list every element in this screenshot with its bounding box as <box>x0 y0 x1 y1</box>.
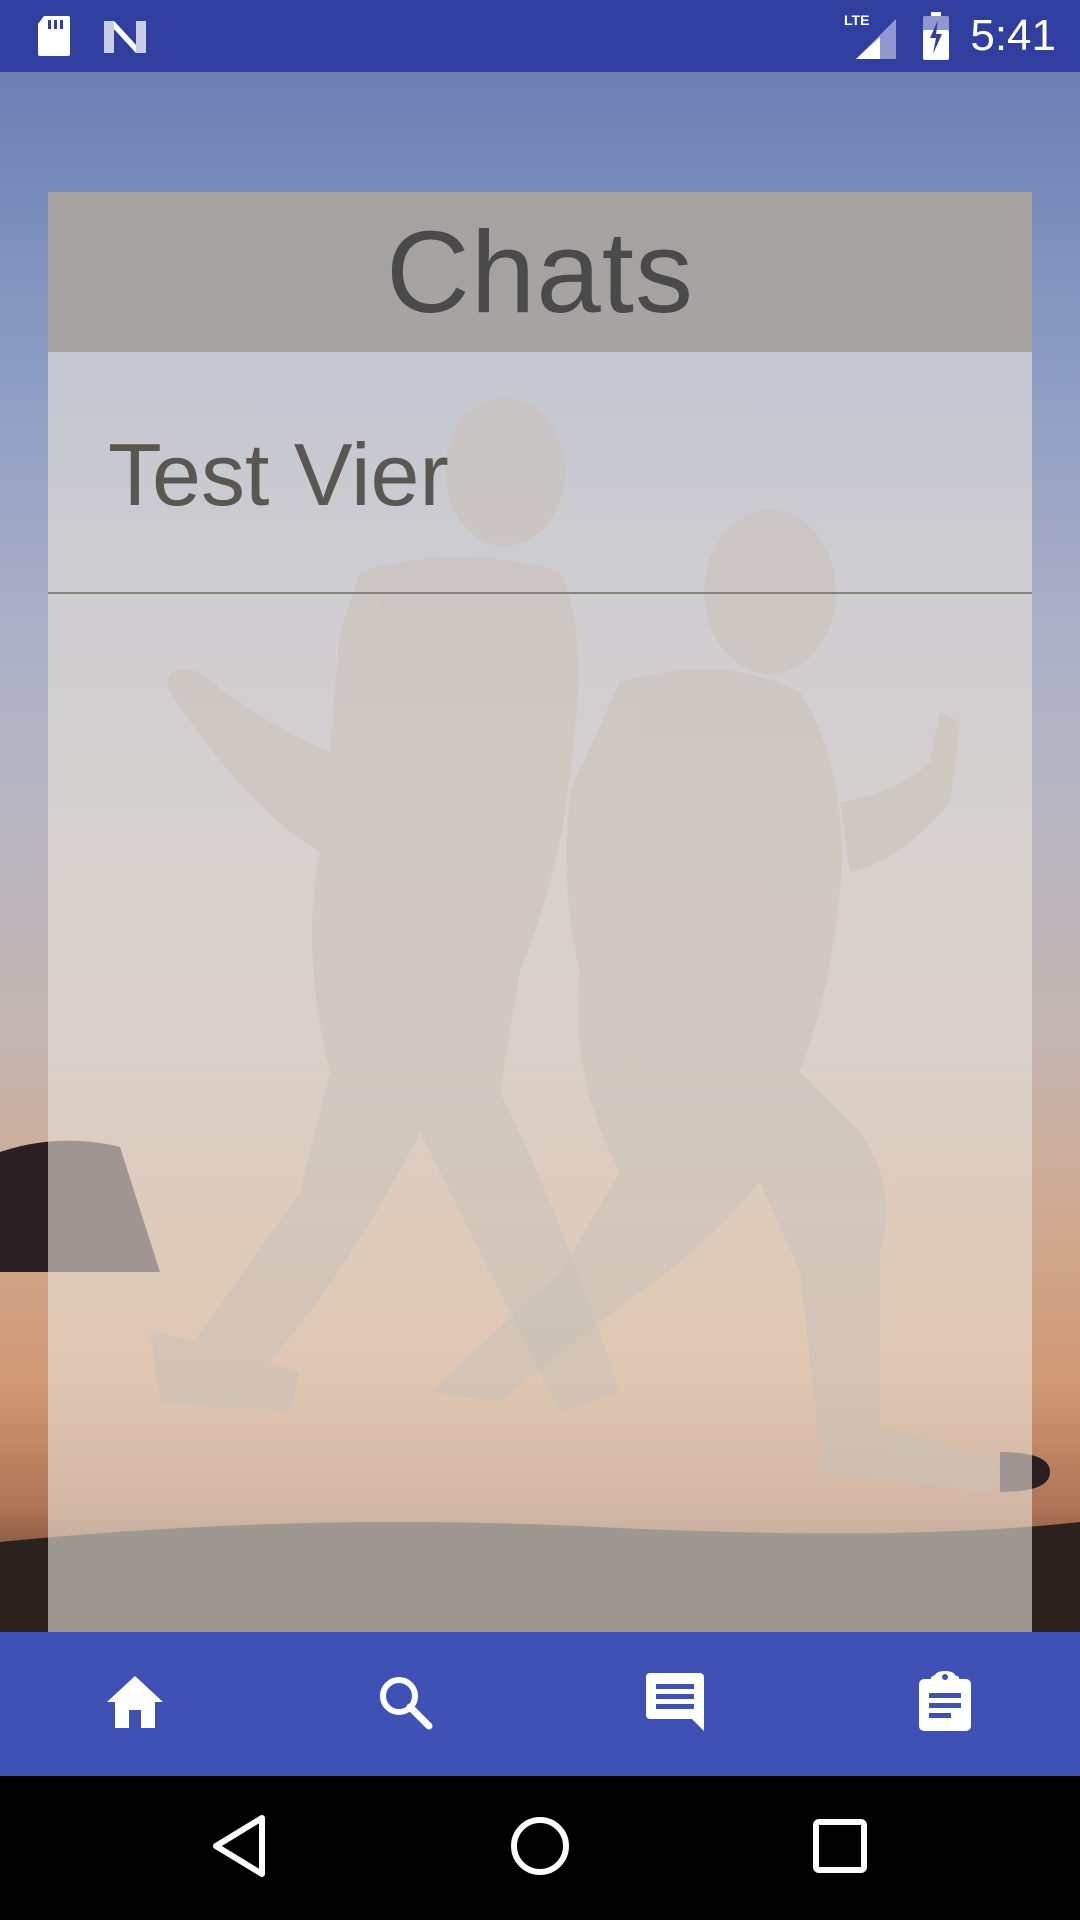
system-navigation-bar <box>0 1776 1080 1920</box>
bottom-navigation <box>0 1632 1080 1776</box>
chat-list: Test Vier <box>48 352 1032 594</box>
system-home-button[interactable] <box>440 1776 640 1920</box>
sd-card-icon <box>34 0 74 72</box>
lte-signal-icon: LTE <box>842 0 898 72</box>
status-time: 5:41 <box>970 11 1056 60</box>
recents-icon <box>812 1818 868 1879</box>
background-image: Chats Test Vier <box>0 72 1080 1632</box>
lte-label: LTE <box>844 12 869 28</box>
nav-home[interactable] <box>0 1632 270 1776</box>
home-circle-icon <box>509 1815 571 1882</box>
page-title: Chats <box>385 207 695 337</box>
nav-search[interactable] <box>270 1632 540 1776</box>
screen: LTE 5:41 Chats Test Vier <box>0 0 1080 1920</box>
system-recents-button[interactable] <box>740 1776 940 1920</box>
back-icon <box>210 1814 270 1883</box>
battery-charging-icon <box>918 0 954 72</box>
chat-name: Test Vier <box>108 425 449 524</box>
search-icon <box>377 1674 433 1735</box>
list-item[interactable]: Test Vier <box>48 352 1032 594</box>
chats-header: Chats <box>48 192 1032 352</box>
chats-card: Chats Test Vier <box>48 192 1032 1632</box>
status-bar: LTE 5:41 <box>0 0 1080 72</box>
nav-assignments[interactable] <box>810 1632 1080 1776</box>
n-logo-icon <box>102 0 148 72</box>
system-back-button[interactable] <box>140 1776 340 1920</box>
nav-chats[interactable] <box>540 1632 810 1776</box>
home-icon <box>105 1674 165 1735</box>
assignment-icon <box>917 1670 973 1738</box>
chat-icon <box>644 1671 706 1738</box>
